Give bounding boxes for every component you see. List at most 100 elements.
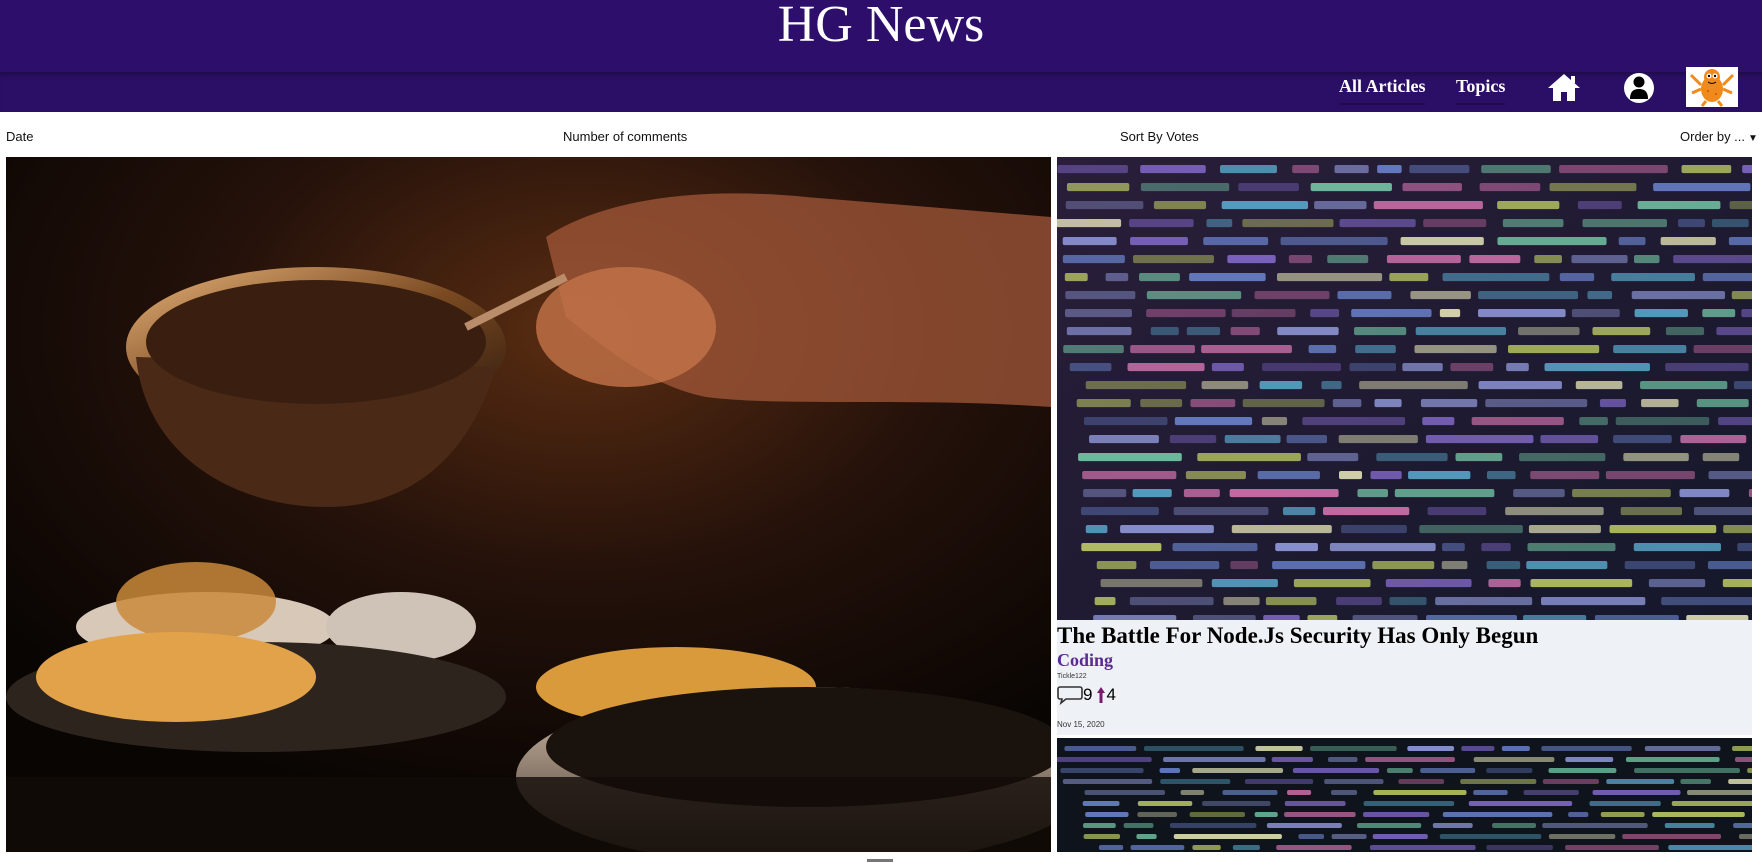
code-texture-strip xyxy=(1352,615,1418,620)
code-texture-strip xyxy=(1189,273,1266,282)
code-texture-strip xyxy=(1738,834,1752,839)
code-texture-strip xyxy=(1613,345,1687,354)
code-texture-strip xyxy=(1678,219,1705,228)
code-texture-strip xyxy=(1473,790,1508,795)
code-texture-strip xyxy=(1081,543,1162,552)
code-texture-strip xyxy=(1259,381,1303,390)
code-texture-strip xyxy=(1589,801,1661,806)
user-icon[interactable] xyxy=(1623,72,1655,104)
code-texture-strip xyxy=(1513,489,1565,498)
code-texture-strip xyxy=(1542,823,1648,828)
code-texture-strip xyxy=(1173,507,1269,516)
code-texture-strip xyxy=(1082,471,1177,480)
code-texture-strip xyxy=(1242,219,1334,228)
code-texture-strip xyxy=(1425,435,1534,444)
code-texture-strip xyxy=(1057,757,1152,762)
code-texture-strip xyxy=(1615,417,1710,426)
home-icon[interactable] xyxy=(1547,72,1581,102)
code-texture-strip xyxy=(1356,823,1422,828)
code-texture-strip xyxy=(1227,255,1276,264)
code-texture-strip xyxy=(1085,381,1187,390)
code-texture-strip xyxy=(1329,543,1436,552)
code-texture-strip xyxy=(1385,579,1472,588)
code-texture-strip xyxy=(1372,561,1435,570)
code-texture-strip xyxy=(1530,471,1600,480)
code-texture-strip xyxy=(1653,183,1751,192)
code-texture-strip xyxy=(1486,561,1521,570)
code-texture-strip xyxy=(1244,779,1314,784)
code-texture-strip xyxy=(1133,255,1214,264)
code-texture-strip xyxy=(1402,363,1443,372)
code-texture-strip xyxy=(1174,417,1253,426)
code-texture-strip xyxy=(1338,435,1418,444)
code-texture-strip xyxy=(1611,273,1695,282)
sort-by-votes[interactable]: Sort By Votes xyxy=(1120,129,1199,144)
code-texture-strip xyxy=(1479,183,1541,192)
code-texture-strip xyxy=(1742,165,1752,174)
code-texture-strip xyxy=(1173,834,1282,839)
code-texture-strip xyxy=(1693,507,1752,516)
code-texture-strip xyxy=(1085,525,1108,534)
code-texture-strip xyxy=(1486,845,1553,850)
code-texture-strip xyxy=(1625,757,1720,762)
code-texture-strip xyxy=(1137,812,1177,817)
article-title[interactable]: The Battle For Node.Js Security Has Only… xyxy=(1057,623,1752,649)
featured-article-image[interactable] xyxy=(6,157,1051,852)
code-texture-strip xyxy=(1287,790,1312,795)
upvote-arrow-icon[interactable] xyxy=(1096,686,1106,704)
code-texture-strip xyxy=(1083,417,1168,426)
chevron-down-icon: ▼ xyxy=(1748,133,1758,144)
code-texture-strip xyxy=(1420,768,1476,773)
code-texture-strip xyxy=(1374,399,1402,408)
article-card-image[interactable] xyxy=(1057,157,1752,620)
code-texture-strip xyxy=(1280,237,1388,246)
nav-topics[interactable]: Topics xyxy=(1456,76,1506,105)
code-texture-strip xyxy=(1620,507,1683,516)
code-texture-strip xyxy=(1609,525,1717,534)
code-texture-strip xyxy=(1648,579,1706,588)
second-article-image[interactable] xyxy=(1057,738,1752,852)
code-texture-strip xyxy=(1571,309,1620,318)
comment-icon[interactable] xyxy=(1057,685,1083,705)
code-texture-strip xyxy=(1192,845,1221,850)
code-texture-strip xyxy=(1439,309,1461,318)
code-texture-strip xyxy=(1508,345,1600,354)
article-topic[interactable]: Coding xyxy=(1057,650,1113,671)
code-texture-strip xyxy=(1579,417,1608,426)
code-texture-strip xyxy=(1057,219,1122,228)
sort-by-date[interactable]: Date xyxy=(6,129,33,144)
code-texture-strip xyxy=(1398,779,1445,784)
code-texture-strip xyxy=(1065,291,1136,300)
avatar[interactable] xyxy=(1686,67,1738,107)
code-texture-strip xyxy=(1262,363,1341,372)
code-texture-strip xyxy=(1613,435,1672,444)
nav-all-articles[interactable]: All Articles xyxy=(1339,76,1426,105)
code-texture-strip xyxy=(1321,381,1342,390)
code-texture-strip xyxy=(1633,543,1721,552)
code-texture-strip xyxy=(1261,417,1288,426)
code-texture-strip xyxy=(1661,597,1752,606)
code-dark-photo xyxy=(1057,738,1752,852)
code-texture-strip xyxy=(1211,579,1278,588)
code-texture-strip xyxy=(1419,525,1523,534)
code-texture-strip xyxy=(1592,790,1681,795)
code-texture-strip xyxy=(1460,779,1537,784)
code-texture-strip xyxy=(1652,812,1745,817)
code-texture-strip xyxy=(1442,543,1465,552)
code-texture-strip xyxy=(1334,165,1369,174)
order-by-dropdown[interactable]: Order by ... ▼ xyxy=(1680,129,1758,144)
code-texture-strip xyxy=(1592,327,1651,336)
code-texture-strip xyxy=(1159,768,1181,773)
code-texture-strip xyxy=(1422,417,1455,426)
code-texture-strip xyxy=(1599,399,1626,408)
sort-by-comments[interactable]: Number of comments xyxy=(563,129,687,144)
code-texture-strip xyxy=(1063,345,1124,354)
code-texture-strip xyxy=(1400,237,1484,246)
code-texture-strip xyxy=(1130,845,1185,850)
code-texture-strip xyxy=(1747,768,1752,773)
comment-count: 9 xyxy=(1083,685,1093,704)
code-texture-strip xyxy=(1337,291,1392,300)
code-texture-strip xyxy=(1693,345,1752,354)
code-texture-strip xyxy=(1478,291,1579,300)
code-texture-strip xyxy=(1202,801,1271,806)
